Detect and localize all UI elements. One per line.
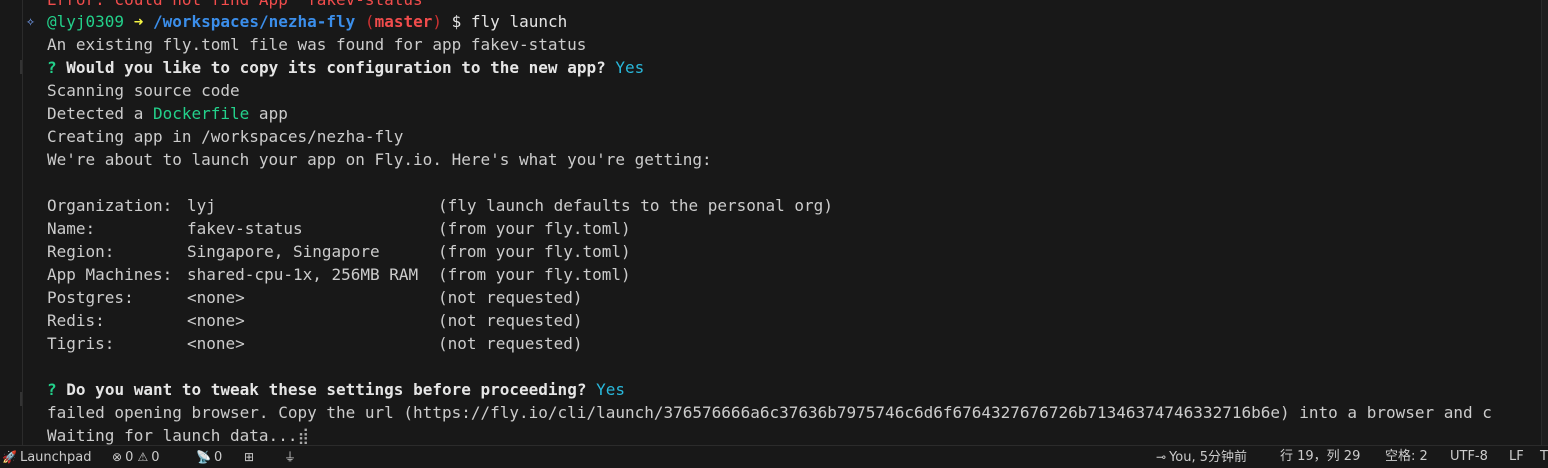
setting-value: lyj (187, 196, 216, 215)
add-square-icon: ⊞ (244, 450, 255, 464)
detected-line: Detected a Dockerfile app (47, 102, 288, 125)
setting-label: Region: (47, 242, 115, 261)
sparkle-icon: ✧ (26, 12, 36, 30)
detected-suffix: app (249, 104, 288, 123)
scrollbar[interactable] (1541, 0, 1548, 446)
detected-prefix: Detected a (47, 104, 153, 123)
setting-label: App Machines: (47, 265, 173, 284)
question-answer: Yes (615, 58, 645, 77)
gutter-marker (20, 392, 22, 406)
git-blame-item[interactable]: ⊸ You, 5分钟前 (1156, 448, 1247, 466)
question-mark: ? (47, 380, 57, 399)
language-mode[interactable]: T (1540, 448, 1548, 466)
prompt-command: $ fly launch (451, 12, 568, 31)
prompt-branch: master (374, 12, 433, 31)
setting-note: (not requested) (438, 288, 583, 307)
question-text: Do you want to tweak these settings befo… (66, 380, 587, 399)
terminal-output[interactable]: Error: could not find App "fakev-status"… (26, 0, 1548, 446)
setting-note: (not requested) (438, 311, 583, 330)
broadcast-icon: 📡 (196, 450, 211, 464)
ports-item[interactable]: 📡 0 (196, 448, 222, 466)
encoding[interactable]: UTF-8 (1450, 448, 1488, 466)
setting-value: Singapore, Singapore (187, 242, 380, 261)
question-text: Would you like to copy its configuration… (66, 58, 606, 77)
spinner-icon: ⣾ (297, 426, 310, 445)
prompt-arrow: ➜ (133, 12, 144, 31)
prompt-paren-open: ( (364, 12, 375, 31)
waiting-line: Waiting for launch data...⣾ (47, 424, 309, 446)
setting-value: <none> (187, 288, 245, 307)
warning-icon: ⚠ (137, 450, 149, 464)
setting-label: Name: (47, 219, 96, 238)
rocket-icon: 🚀 (2, 450, 17, 464)
waiting-text: Waiting for launch data... (47, 426, 298, 445)
failed-browser-line: failed opening browser. Copy the url (ht… (47, 403, 1492, 422)
setting-value: <none> (187, 311, 245, 330)
setting-label: Organization: (47, 196, 173, 215)
warning-count: 0 (151, 450, 160, 465)
setting-value: fakev-status (187, 219, 303, 238)
setting-value: shared-cpu-1x, 256MB RAM (187, 265, 419, 284)
cursor-position[interactable]: 行 19，列 29 (1280, 448, 1360, 466)
prompt-line: ✧ @lyj0309 ➜ /workspaces/nezha-fly (maste… (26, 10, 567, 33)
editor-gutter (0, 0, 23, 446)
problems-item[interactable]: ⊗ 0 ⚠ 0 (112, 448, 160, 466)
about-line: We're about to launch your app on Fly.io… (47, 150, 712, 169)
setting-note: (from your fly.toml) (438, 265, 631, 284)
gutter-marker (20, 60, 22, 74)
setting-note: (from your fly.toml) (438, 242, 631, 261)
question-tweak-settings: ? Do you want to tweak these settings be… (47, 378, 625, 401)
commit-icon: ⊸ (1156, 450, 1167, 464)
error-icon: ⊗ (112, 450, 123, 464)
line-ending[interactable]: LF (1509, 448, 1524, 466)
setting-value: <none> (187, 334, 245, 353)
setting-label: Postgres: (47, 288, 134, 307)
question-copy-config: ? Would you like to copy its configurati… (47, 56, 644, 79)
setting-label: Tigris: (47, 334, 115, 353)
creating-line: Creating app in /workspaces/nezha-fly (47, 127, 404, 146)
indentation[interactable]: 空格: 2 (1385, 448, 1428, 466)
scanning-line: Scanning source code (47, 81, 240, 100)
prompt-user: @lyj0309 (47, 12, 125, 31)
existing-config-line: An existing fly.toml file was found for … (47, 35, 587, 54)
question-mark: ? (47, 58, 57, 77)
status-bar: 🚀 Launchpad ⊗ 0 ⚠ 0 📡 0 ⊞ ⏚ ⊸ You, 5分钟前 行 19，… (0, 445, 1548, 468)
prompt-path: /workspaces/nezha-fly (152, 12, 356, 31)
error-count: 0 (125, 450, 134, 465)
blame-text: You, 5分钟前 (1169, 450, 1248, 465)
detected-dockerfile: Dockerfile (152, 104, 250, 123)
launchpad-label: Launchpad (19, 450, 92, 465)
question-answer: Yes (596, 380, 625, 399)
plug-item[interactable]: ⏚ (284, 448, 299, 466)
setting-note: (not requested) (438, 334, 583, 353)
prompt-paren-close: ) (432, 12, 442, 31)
setting-label: Redis: (47, 311, 105, 330)
launchpad-item[interactable]: 🚀 Launchpad (2, 448, 92, 466)
setting-note: (from your fly.toml) (438, 219, 631, 238)
plug-icon: ⏚ (284, 450, 297, 464)
setting-note: (fly launch defaults to the personal org… (438, 196, 833, 215)
ports-count: 0 (213, 450, 223, 465)
new-terminal-item[interactable]: ⊞ (244, 448, 257, 466)
